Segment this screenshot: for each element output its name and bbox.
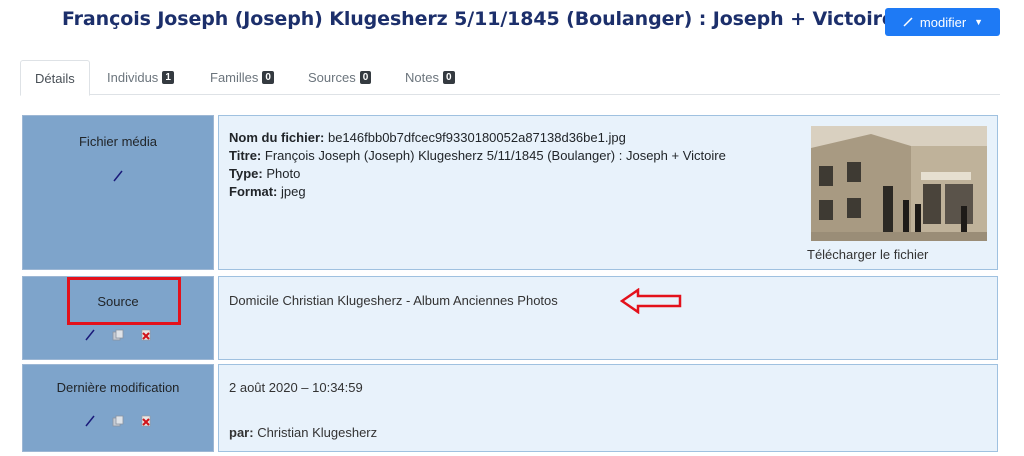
media-label: Fichier média <box>78 134 158 149</box>
tab-familles-label: Familles <box>210 70 259 85</box>
last-modified-row: Dernière modification 2 août 2020 – 10:3… <box>20 364 1000 452</box>
edit-pencil-icon[interactable] <box>112 170 124 182</box>
last-modified-content-cell: 2 août 2020 – 10:34:59 par: Christian Kl… <box>218 364 998 452</box>
media-title-field: Titre: François Joseph (Joseph) Klugeshe… <box>229 148 726 163</box>
tab-sources-label: Sources <box>308 70 356 85</box>
tab-sources[interactable]: Sources 0 <box>308 60 372 95</box>
tab-notes-label: Notes <box>405 70 439 85</box>
filename-field: Nom du fichier: be146fbb0b7dfcec9f933018… <box>229 130 726 145</box>
media-type-value: Photo <box>266 166 301 181</box>
edit-pencil-icon[interactable] <box>84 415 96 427</box>
tab-details[interactable]: Détails <box>20 60 90 96</box>
media-format-field: Format: jpeg <box>229 184 726 199</box>
edit-pencil-icon[interactable] <box>84 329 96 341</box>
media-thumbnail[interactable] <box>811 126 987 241</box>
filename-value: be146fbb0b7dfcec9f9330180052a87138d36be1… <box>327 130 626 145</box>
media-label-cell: Fichier média <box>22 115 214 270</box>
download-file-link[interactable]: Télécharger le fichier <box>807 247 928 262</box>
media-title-value: François Joseph (Joseph) Klugesherz 5/11… <box>264 148 726 163</box>
tab-individus-badge: 1 <box>162 71 174 84</box>
tab-individus[interactable]: Individus 1 <box>107 60 174 95</box>
modified-by-label: par: <box>229 425 254 440</box>
tab-notes[interactable]: Notes 0 <box>405 60 455 95</box>
last-modified-label: Dernière modification <box>56 380 180 395</box>
tab-bar: Détails Individus 1 Familles 0 Sources 0… <box>20 60 1000 96</box>
tab-sources-badge: 0 <box>359 71 372 84</box>
filename-label: Nom du fichier: <box>229 130 325 145</box>
media-title-label: Titre: <box>229 148 262 163</box>
last-modified-datetime: 2 août 2020 – 10:34:59 <box>229 380 363 395</box>
delete-icon[interactable] <box>140 329 152 341</box>
tab-details-label: Détails <box>35 70 75 86</box>
media-format-value: jpeg <box>281 184 306 199</box>
left-arrow-icon <box>620 288 682 314</box>
source-text: Domicile Christian Klugesherz - Album An… <box>229 293 558 308</box>
copy-icon[interactable] <box>112 329 124 341</box>
tab-familles-badge: 0 <box>262 71 274 84</box>
copy-icon[interactable] <box>112 415 124 427</box>
delete-icon[interactable] <box>140 415 152 427</box>
source-content-cell: Domicile Christian Klugesherz - Album An… <box>218 276 998 360</box>
media-type-field: Type: Photo <box>229 166 726 181</box>
modify-button[interactable]: modifier ▼ <box>885 8 1000 36</box>
media-content-cell: Nom du fichier: be146fbb0b7dfcec9f933018… <box>218 115 998 270</box>
page-title: François Joseph (Joseph) Klugesherz 5/11… <box>62 8 895 30</box>
tab-notes-badge: 0 <box>442 71 455 84</box>
old-photo-thumbnail-image <box>811 126 987 241</box>
pencil-icon <box>903 17 913 27</box>
tab-individus-label: Individus <box>107 70 159 85</box>
caret-down-icon: ▼ <box>974 17 984 27</box>
modify-button-label: modifier <box>919 14 967 30</box>
tab-familles[interactable]: Familles 0 <box>210 60 274 95</box>
modified-by-value: Christian Klugesherz <box>257 425 378 440</box>
media-type-label: Type: <box>229 166 263 181</box>
highlight-box <box>67 277 181 325</box>
modified-by-field: par: Christian Klugesherz <box>229 425 377 440</box>
media-format-label: Format: <box>229 184 278 199</box>
media-row: Fichier média Nom du fichier: be146fbb0b… <box>20 115 1000 270</box>
last-modified-label-cell: Dernière modification <box>22 364 214 452</box>
